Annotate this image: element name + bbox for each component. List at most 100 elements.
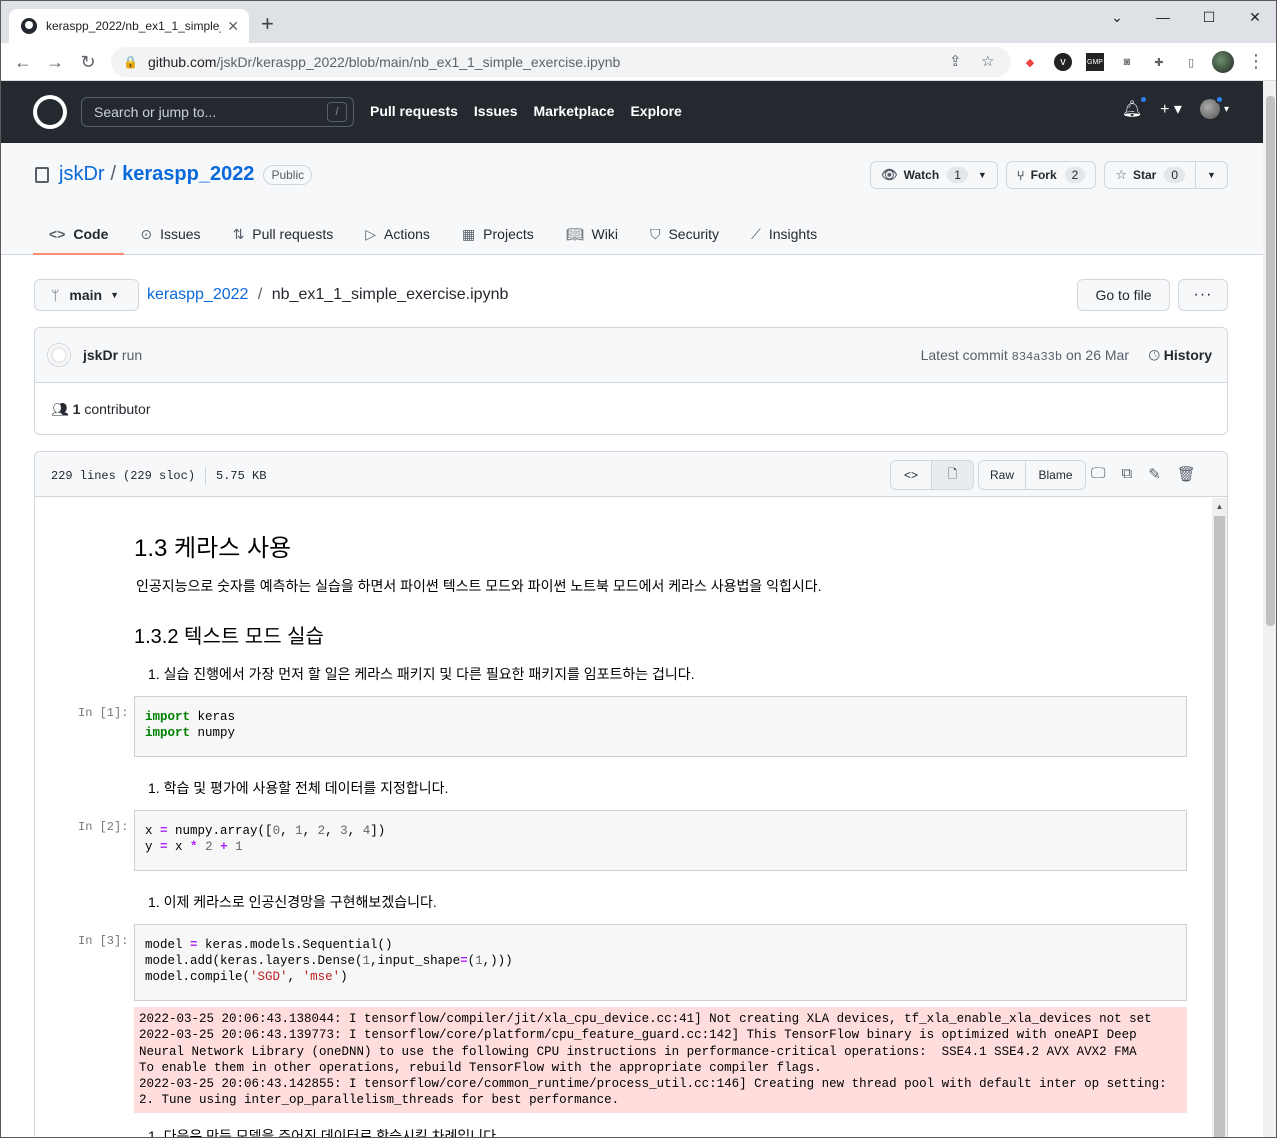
- caret-down-icon: ▼: [110, 290, 120, 300]
- trash-icon[interactable]: 🗑︎: [1177, 465, 1196, 483]
- forward-icon[interactable]: →: [43, 51, 67, 73]
- tab-actions[interactable]: ▷ Actions: [349, 213, 446, 255]
- go-to-file-button[interactable]: Go to file: [1077, 279, 1170, 311]
- tab-search-icon[interactable]: ⌄: [1094, 1, 1140, 33]
- share-icon[interactable]: ⇪: [949, 47, 962, 77]
- code-cell[interactable]: x = numpy.array([0, 1, 2, 3, 4]) y = x *…: [134, 810, 1187, 871]
- side-panel-icon[interactable]: ▯: [1182, 53, 1200, 71]
- tab-projects[interactable]: ▦ Projects: [446, 213, 550, 255]
- eye-icon: 👁︎: [881, 167, 898, 182]
- code-cell[interactable]: import keras import numpy: [134, 696, 1187, 757]
- star-count: 0: [1164, 167, 1185, 183]
- file-lines: 229 lines (229 sloc): [51, 469, 196, 484]
- github-header: Search or jump to... / Pull requests Iss…: [1, 81, 1263, 143]
- latest-commit-row: jskDr run Latest commit 834a33b on 26 Ma…: [35, 328, 1227, 383]
- search-input[interactable]: Search or jump to... /: [81, 97, 354, 127]
- contributors[interactable]: 👥︎ 1 contributor: [51, 401, 151, 418]
- lock-icon[interactable]: 🔒: [123, 55, 138, 69]
- browser-window: keraspp_2022/nb_ex1_1_simple_ ✕ + ⌄ — ☐ …: [0, 0, 1277, 1138]
- reload-icon[interactable]: ↻: [76, 51, 100, 73]
- watch-button[interactable]: 👁︎ Watch 1 ▼: [870, 161, 998, 189]
- extension-icon[interactable]: ◆: [1021, 53, 1039, 71]
- address-bar[interactable]: 🔒 github.com/jskDr/keraspp_2022/blob/mai…: [111, 47, 1011, 77]
- breadcrumb-repo-link[interactable]: keraspp_2022: [147, 286, 248, 303]
- tab-security[interactable]: ⛉ Security: [634, 213, 735, 255]
- scrollbar-thumb[interactable]: [1214, 516, 1225, 1137]
- extension-icon[interactable]: v: [1054, 53, 1072, 71]
- tab-pull-requests[interactable]: ⇅ Pull requests: [217, 213, 350, 255]
- cell-prompt: In [2]:: [78, 820, 129, 834]
- browser-tab[interactable]: keraspp_2022/nb_ex1_1_simple_ ✕: [9, 9, 249, 43]
- close-tab-icon[interactable]: ✕: [227, 18, 239, 35]
- github-logo-icon[interactable]: [33, 95, 67, 129]
- back-icon[interactable]: ←: [11, 51, 35, 73]
- new-tab-icon[interactable]: +: [261, 13, 274, 35]
- stderr-output: 2022-03-25 20:06:43.138044: I tensorflow…: [134, 1007, 1187, 1113]
- extensions-puzzle-icon[interactable]: ✚: [1150, 53, 1168, 71]
- profile-avatar[interactable]: [1212, 51, 1234, 73]
- bookmark-star-icon[interactable]: ☆: [981, 47, 994, 77]
- issue-icon: ⊙: [140, 225, 153, 242]
- shield-icon: ⛉: [649, 225, 661, 242]
- table-icon: ▦: [461, 225, 476, 242]
- history-icon: 🕓︎: [1148, 347, 1160, 363]
- raw-button[interactable]: Raw: [978, 460, 1026, 490]
- history-link[interactable]: 🕓︎ History: [1149, 347, 1212, 364]
- watch-count: 1: [947, 167, 968, 183]
- nav-marketplace[interactable]: Marketplace: [534, 103, 615, 119]
- scroll-up-icon[interactable]: ▲: [1212, 498, 1227, 514]
- breadcrumb-file: nb_ex1_1_simple_exercise.ipynb: [271, 286, 509, 303]
- notebook-list-item: 1. 실습 진행에서 가장 먼저 할 일은 케라스 패키지 및 다른 필요한 패…: [148, 666, 695, 682]
- repo-owner-link[interactable]: jskDr: [59, 163, 105, 186]
- notifications-bell-icon[interactable]: 🔔︎: [1122, 95, 1149, 119]
- nav-pull-requests[interactable]: Pull requests: [370, 103, 458, 119]
- repo-title: jskDr / keraspp_2022 Public: [35, 163, 313, 186]
- code-view-button[interactable]: <>: [890, 460, 932, 490]
- nav-explore[interactable]: Explore: [630, 103, 681, 119]
- star-lists-dropdown[interactable]: ▼: [1196, 161, 1228, 189]
- tab-wiki[interactable]: 📖︎ Wiki: [550, 213, 634, 255]
- code-cell[interactable]: model = keras.models.Sequential() model.…: [134, 924, 1187, 1001]
- file-header: 229 lines (229 sloc) 5.75 KB <> 🗋 Raw Bla…: [35, 452, 1227, 497]
- code-icon: <>: [49, 226, 66, 242]
- nav-issues[interactable]: Issues: [474, 103, 518, 119]
- extension-icon[interactable]: GMP: [1086, 53, 1104, 71]
- notebook-list-item: 1. 다음은 만든 모델을 주어진 데이터로 학습시킬 차례입니다.: [148, 1128, 500, 1138]
- commit-sha[interactable]: 834a33b: [1012, 350, 1062, 364]
- page-scrollbar[interactable]: [1263, 81, 1276, 1137]
- branch-select[interactable]: ᛘ main ▼: [34, 279, 139, 311]
- camera-icon[interactable]: ◙: [1118, 53, 1136, 71]
- copy-icon[interactable]: ⧉: [1121, 465, 1132, 483]
- tab-insights[interactable]: ⟋ Insights: [735, 213, 833, 255]
- page-scrollbar-thumb[interactable]: [1266, 96, 1275, 626]
- commit-info: Latest commit 834a33b on 26 Mar: [920, 347, 1129, 364]
- blame-button[interactable]: Blame: [1026, 460, 1086, 490]
- notebook-heading-2: 1.3.2 텍스트 모드 실습: [134, 626, 324, 648]
- notebook-scrollbar[interactable]: ▲: [1212, 498, 1227, 1137]
- pencil-icon[interactable]: ✎: [1148, 465, 1161, 483]
- minimize-icon[interactable]: —: [1140, 1, 1186, 33]
- preview-button[interactable]: 🗋: [932, 460, 974, 490]
- close-window-icon[interactable]: ✕: [1232, 1, 1276, 33]
- fork-button[interactable]: ⑂ Fork 2: [1005, 161, 1097, 189]
- repo-icon: [35, 166, 49, 183]
- graph-icon: ⟋: [751, 225, 761, 242]
- more-options-button[interactable]: ···: [1178, 279, 1228, 311]
- book-icon: 📖︎: [565, 225, 584, 242]
- create-new-icon[interactable]: + ▾: [1160, 99, 1182, 119]
- star-button[interactable]: ☆ Star 0: [1104, 161, 1196, 189]
- repo-name-link[interactable]: keraspp_2022: [122, 163, 254, 186]
- tab-issues[interactable]: ⊙ Issues: [124, 213, 216, 255]
- user-menu[interactable]: ▾: [1199, 95, 1229, 119]
- tab-code[interactable]: <> Code: [33, 213, 125, 255]
- notebook-render: 1.3 케라스 사용 인공지능으로 숫자를 예측하는 실습을 하면서 파이썬 텍…: [36, 498, 1211, 1138]
- star-split-button: ☆ Star 0 ▼: [1104, 161, 1228, 189]
- file-actions: 🖵 ⧉ ✎ 🗑︎: [1091, 465, 1196, 483]
- desktop-icon[interactable]: 🖵: [1091, 465, 1105, 483]
- global-nav: Pull requests Issues Marketplace Explore: [370, 103, 682, 119]
- maximize-icon[interactable]: ☐: [1186, 1, 1232, 33]
- user-avatar: [1199, 95, 1224, 119]
- author-avatar[interactable]: [47, 343, 71, 367]
- chrome-menu-icon[interactable]: ⋮: [1247, 51, 1265, 72]
- file-size: 5.75 KB: [216, 469, 267, 484]
